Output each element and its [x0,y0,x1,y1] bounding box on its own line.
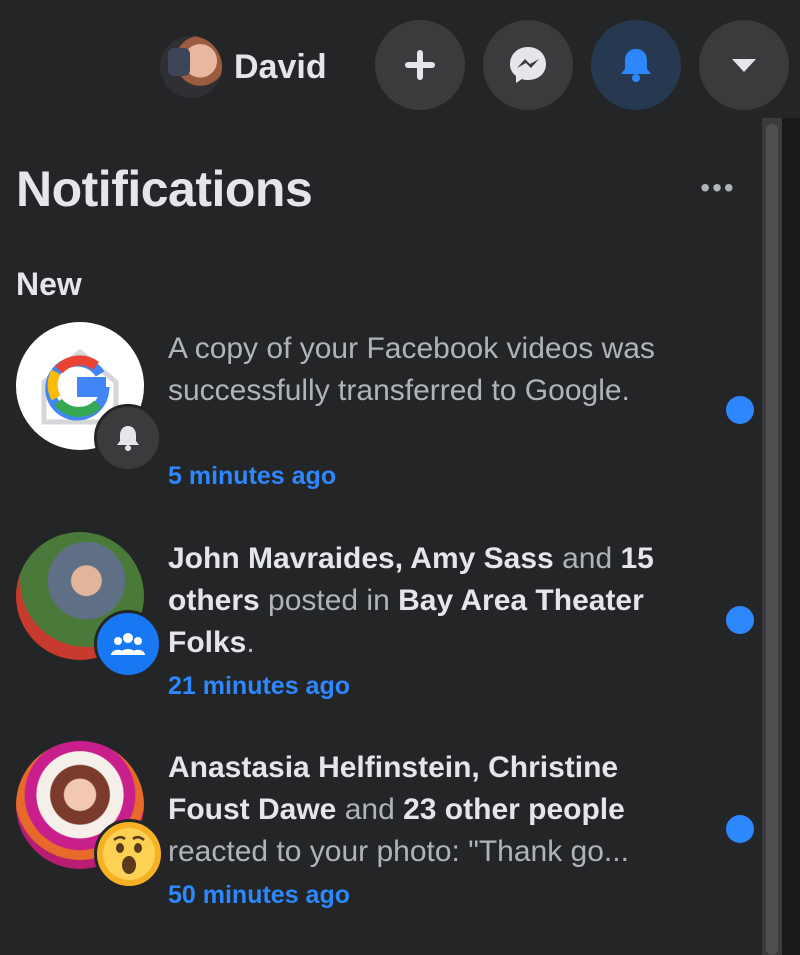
page-background [782,118,800,955]
profile-name: David [234,47,327,86]
scrollbar-thumb[interactable] [766,124,778,955]
plus-icon [405,50,435,80]
bell-icon [621,49,651,82]
bell-icon [117,426,139,451]
avatar [160,36,222,98]
unread-dot [726,396,754,424]
account-menu-button[interactable] [699,20,789,110]
unread-dot [726,606,754,634]
text-fragment: and [336,793,404,826]
notification-time[interactable]: 5 minutes ago [168,462,336,491]
actor-count: 23 other people [403,793,625,826]
notification-text: A copy of your Facebook videos was succe… [168,332,655,407]
text-fragment: and [553,542,621,575]
notification-badge [94,610,162,678]
text-fragment: reacted to your photo: "Thank go... [168,835,629,868]
notification-badge [94,404,162,472]
create-button[interactable] [375,20,465,110]
profile-chip[interactable]: David [160,34,327,100]
notification-badge [94,819,164,889]
wow-reaction-icon [103,828,155,880]
group-icon [111,633,145,655]
section-label-new: New [16,266,82,302]
notification-text: John Mavraides, Amy Sass and 15 others p… [168,538,698,664]
notifications-button[interactable] [591,20,681,110]
notification-time[interactable]: 50 minutes ago [168,881,350,910]
notification-text: Anastasia Helfinstein, Christine Foust D… [168,747,698,873]
text-fragment: . [246,626,255,659]
notification-item[interactable]: A copy of your Facebook videos was succe… [0,322,762,522]
more-options-button[interactable]: ••• [690,168,746,208]
notification-item[interactable]: John Mavraides, Amy Sass and 15 others p… [0,532,762,732]
messenger-button[interactable] [483,20,573,110]
messenger-icon [510,47,546,83]
notification-time[interactable]: 21 minutes ago [168,672,350,701]
caret-down-icon [732,59,756,72]
actor-names: John Mavraides, Amy Sass [168,542,554,575]
unread-dot [726,815,754,843]
panel-title: Notifications [16,161,313,217]
notification-item[interactable]: Anastasia Helfinstein, Christine Foust D… [0,741,762,941]
text-fragment: posted in [259,584,399,617]
